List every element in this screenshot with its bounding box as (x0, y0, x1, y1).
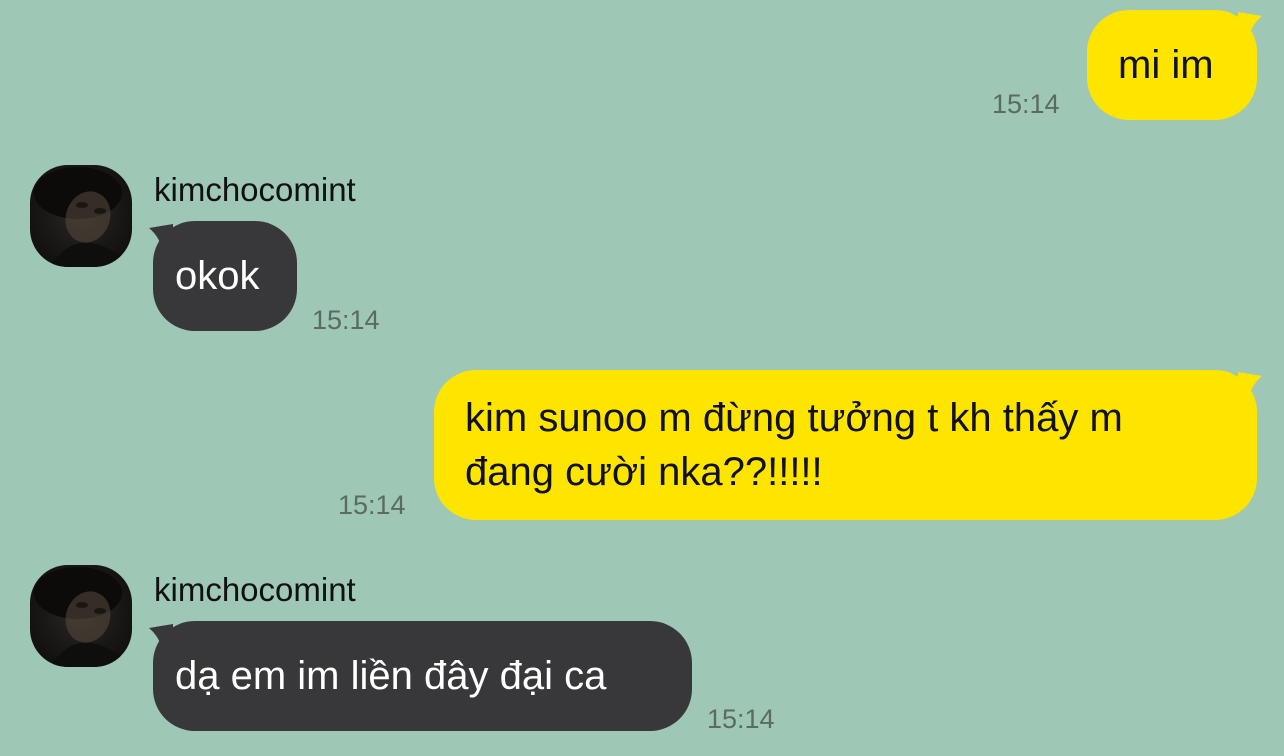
message-bubble-outgoing[interactable]: kim sunoo m đừng tưởng t kh thấy m đang … (434, 370, 1257, 520)
message-timestamp: 15:14 (312, 305, 380, 335)
sender-name: kimchocomint (154, 571, 356, 608)
message-text: okok (175, 254, 260, 298)
message-timestamp: 15:14 (338, 490, 406, 520)
message-text-line: đang cười nka??!!!!! (465, 450, 823, 494)
message-timestamp: 15:14 (707, 704, 775, 734)
profile-photo-avatar[interactable] (30, 565, 132, 667)
message-text: mi im (1118, 43, 1214, 87)
profile-photo-avatar[interactable] (30, 165, 132, 267)
message-bubble-incoming[interactable]: dạ em im liền đây đại ca (153, 621, 692, 731)
sender-name: kimchocomint (154, 171, 356, 208)
message-timestamp: 15:14 (992, 89, 1060, 119)
message-text: dạ em im liền đây đại ca (175, 654, 607, 698)
message-bubble-outgoing[interactable]: mi im (1087, 10, 1257, 120)
message-bubble-incoming[interactable]: okok (153, 221, 297, 331)
message-text-line: kim sunoo m đừng tưởng t kh thấy m (465, 396, 1123, 440)
